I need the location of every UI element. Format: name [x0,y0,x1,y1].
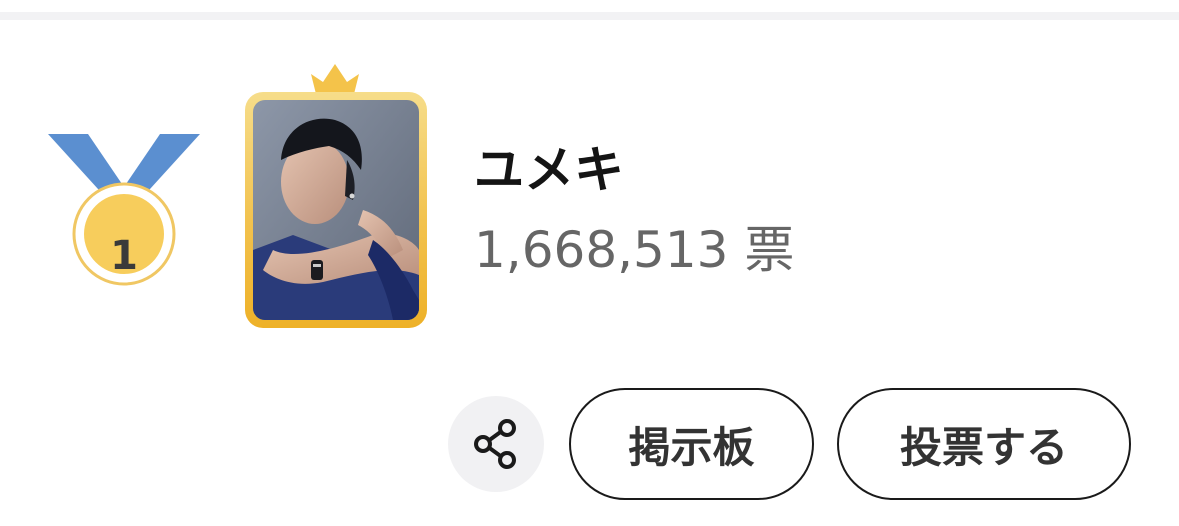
vote-button[interactable]: 投票する [837,388,1131,500]
share-button[interactable] [448,396,544,492]
top-divider [0,12,1179,20]
member-photo-frame [245,92,427,328]
crown-icon [308,62,362,96]
member-name: ユメキ [474,141,624,199]
board-button[interactable]: 掲示板 [569,388,814,500]
ranking-card: 1 ユメキ 1,668,513 票 掲示板 投票する [0,0,1179,526]
rank-medal: 1 [46,132,202,292]
member-photo [253,100,419,320]
share-icon [474,419,516,469]
rank-number: 1 [110,233,138,279]
vote-count: 1,668,513 票 [474,221,795,279]
